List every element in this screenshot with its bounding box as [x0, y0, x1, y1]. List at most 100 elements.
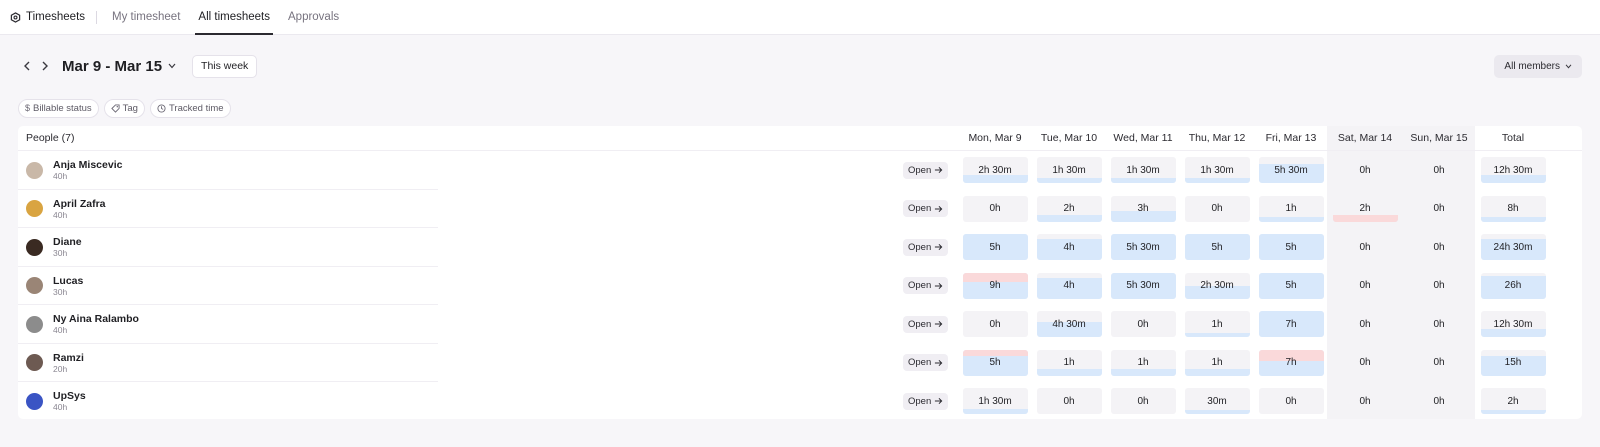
hours-value: 5h [989, 241, 1001, 253]
open-button[interactable]: Open [903, 392, 949, 410]
day-hours-cell[interactable]: 0h [1407, 273, 1472, 299]
day-hours-cell[interactable]: 0h [1036, 388, 1102, 415]
day-hours-cell[interactable]: 0h [962, 195, 1028, 222]
day-hours-cell[interactable]: 9h [962, 272, 1028, 299]
day-hours-cell[interactable]: 2h [1036, 195, 1102, 222]
day-hours-cell[interactable]: 0h [1333, 157, 1398, 183]
day-hours-cell[interactable]: 0h [1333, 311, 1398, 337]
open-cell: Open [898, 315, 958, 333]
day-hours-cell[interactable]: 0h [1407, 196, 1472, 222]
day-hours-cell[interactable]: 5h [1258, 272, 1324, 299]
filter-billable-status[interactable]: $ Billable status [18, 98, 99, 118]
day-hours-cell[interactable]: 7h [1258, 311, 1324, 338]
day-hours-cell[interactable]: 0h [1333, 388, 1398, 414]
tab-approvals[interactable]: Approvals [285, 0, 342, 34]
tab-my-timesheet[interactable]: My timesheet [109, 0, 183, 34]
day-hours-cell[interactable]: 0h [1333, 350, 1398, 376]
day-cell-wrap: 0h [1106, 388, 1180, 415]
day-hours-cell[interactable]: 4h 30m [1036, 311, 1102, 338]
person-name[interactable]: April Zafra [53, 198, 106, 210]
day-hours-cell[interactable]: 1h 30m [1184, 157, 1250, 184]
open-button[interactable]: Open [903, 238, 949, 256]
next-week-button[interactable] [36, 56, 54, 76]
open-button[interactable]: Open [903, 354, 949, 372]
hours-value: 2h 30m [1200, 280, 1234, 292]
day-hours-cell[interactable]: 0h [1333, 234, 1398, 260]
day-hours-cell[interactable]: 0h [1110, 388, 1176, 415]
person-cell: Ramzi 20h [18, 352, 898, 374]
day-hours-cell[interactable]: 0h [1333, 273, 1398, 299]
day-hours-cell[interactable]: 5h [1184, 234, 1250, 261]
date-range-title[interactable]: Mar 9 - Mar 15 [62, 58, 162, 75]
hours-value: 4h [1063, 241, 1075, 253]
day-hours-cell[interactable]: 4h [1036, 234, 1102, 261]
person-name[interactable]: UpSys [53, 390, 86, 402]
day-hours-cell[interactable]: 30m [1184, 388, 1250, 415]
overtime-bar [962, 349, 1028, 357]
open-cell: Open [898, 354, 958, 372]
day-hours-cell[interactable]: 0h [962, 311, 1028, 338]
this-week-button[interactable]: This week [192, 54, 258, 78]
arrow-right-icon [935, 321, 943, 328]
day-cell-wrap: 0h [1402, 350, 1476, 376]
arrow-right-icon [935, 359, 943, 366]
person-name[interactable]: Lucas [53, 275, 83, 287]
day-cell-wrap: 30m [1180, 388, 1254, 415]
day-hours-cell[interactable]: 0h [1110, 311, 1176, 338]
day-hours-cell[interactable]: 0h [1407, 234, 1472, 260]
day-hours-cell[interactable]: 5h [1258, 234, 1324, 261]
hours-fill-bar [1110, 178, 1176, 184]
day-hours-cell[interactable]: 5h 30m [1258, 157, 1324, 184]
day-hours-cell[interactable]: 5h [962, 349, 1028, 376]
person-info: Diane 30h [53, 236, 82, 258]
day-hours-cell[interactable]: 1h [1184, 349, 1250, 376]
all-members-dropdown[interactable]: All members [1494, 55, 1582, 78]
day-hours-cell[interactable]: 3h [1110, 195, 1176, 222]
day-hours-cell[interactable]: 2h 30m [1184, 272, 1250, 299]
hours-value: 0h [1433, 357, 1445, 369]
day-hours-cell[interactable]: 1h [1036, 349, 1102, 376]
day-hours-cell[interactable]: 1h 30m [1110, 157, 1176, 184]
day-hours-cell[interactable]: 2h [1332, 196, 1398, 222]
person-name[interactable]: Anja Miscevic [53, 159, 122, 171]
prev-week-button[interactable] [18, 56, 36, 76]
filter-tracked-time[interactable]: Tracked time [149, 98, 231, 118]
day-hours-cell[interactable]: 5h [962, 234, 1028, 261]
open-button[interactable]: Open [903, 200, 949, 218]
hours-value: 2h 30m [978, 164, 1012, 176]
tab-all-timesheets[interactable]: All timesheets [195, 0, 273, 35]
day-hours-cell[interactable]: 0h [1258, 388, 1324, 415]
hours-value: 3h [1137, 203, 1149, 215]
day-hours-cell[interactable]: 7h [1258, 349, 1324, 376]
table-row: Anja Miscevic 40h Open 2h 30m 1h 30m 1h 30m 1h… [18, 151, 1582, 190]
person-name[interactable]: Ny Aina Ralambo [53, 313, 139, 325]
open-button[interactable]: Open [903, 161, 949, 179]
day-hours-cell[interactable]: 1h [1184, 311, 1250, 338]
chevron-down-icon[interactable] [168, 61, 176, 71]
person-name[interactable]: Ramzi [53, 352, 84, 364]
day-hours-cell[interactable]: 5h 30m [1110, 234, 1176, 261]
app-brand[interactable]: Timesheets [10, 0, 98, 34]
day-hours-cell[interactable]: 2h 30m [962, 157, 1028, 184]
day-hours-cell[interactable]: 0h [1407, 388, 1472, 414]
person-cell: April Zafra 40h [18, 198, 898, 220]
day-hours-cell[interactable]: 0h [1184, 195, 1250, 222]
table-row: Ramzi 20h Open 5h 1h 1h 1h 7h 0h 0h 15h [18, 344, 1582, 383]
filter-tag[interactable]: Tag [103, 98, 145, 118]
day-hours-cell[interactable]: 1h 30m [962, 388, 1028, 415]
day-hours-cell[interactable]: 1h 30m [1036, 157, 1102, 184]
day-hours-cell[interactable]: 4h [1036, 272, 1102, 299]
hours-value: 0h [1433, 241, 1445, 253]
open-button[interactable]: Open [903, 315, 949, 333]
day-hours-cell[interactable]: 5h 30m [1110, 272, 1176, 299]
day-hours-cell[interactable]: 0h [1407, 311, 1472, 337]
day-hours-cell[interactable]: 0h [1407, 350, 1472, 376]
day-hours-cell[interactable]: 1h [1258, 195, 1324, 222]
open-button[interactable]: Open [903, 277, 949, 295]
day-cell-wrap: 0h [1402, 196, 1476, 222]
hours-value: 2h [1359, 203, 1371, 215]
day-cell-wrap: 1h 30m [1180, 157, 1254, 184]
day-hours-cell[interactable]: 0h [1407, 157, 1472, 183]
person-name[interactable]: Diane [53, 236, 82, 248]
day-hours-cell[interactable]: 1h [1110, 349, 1176, 376]
